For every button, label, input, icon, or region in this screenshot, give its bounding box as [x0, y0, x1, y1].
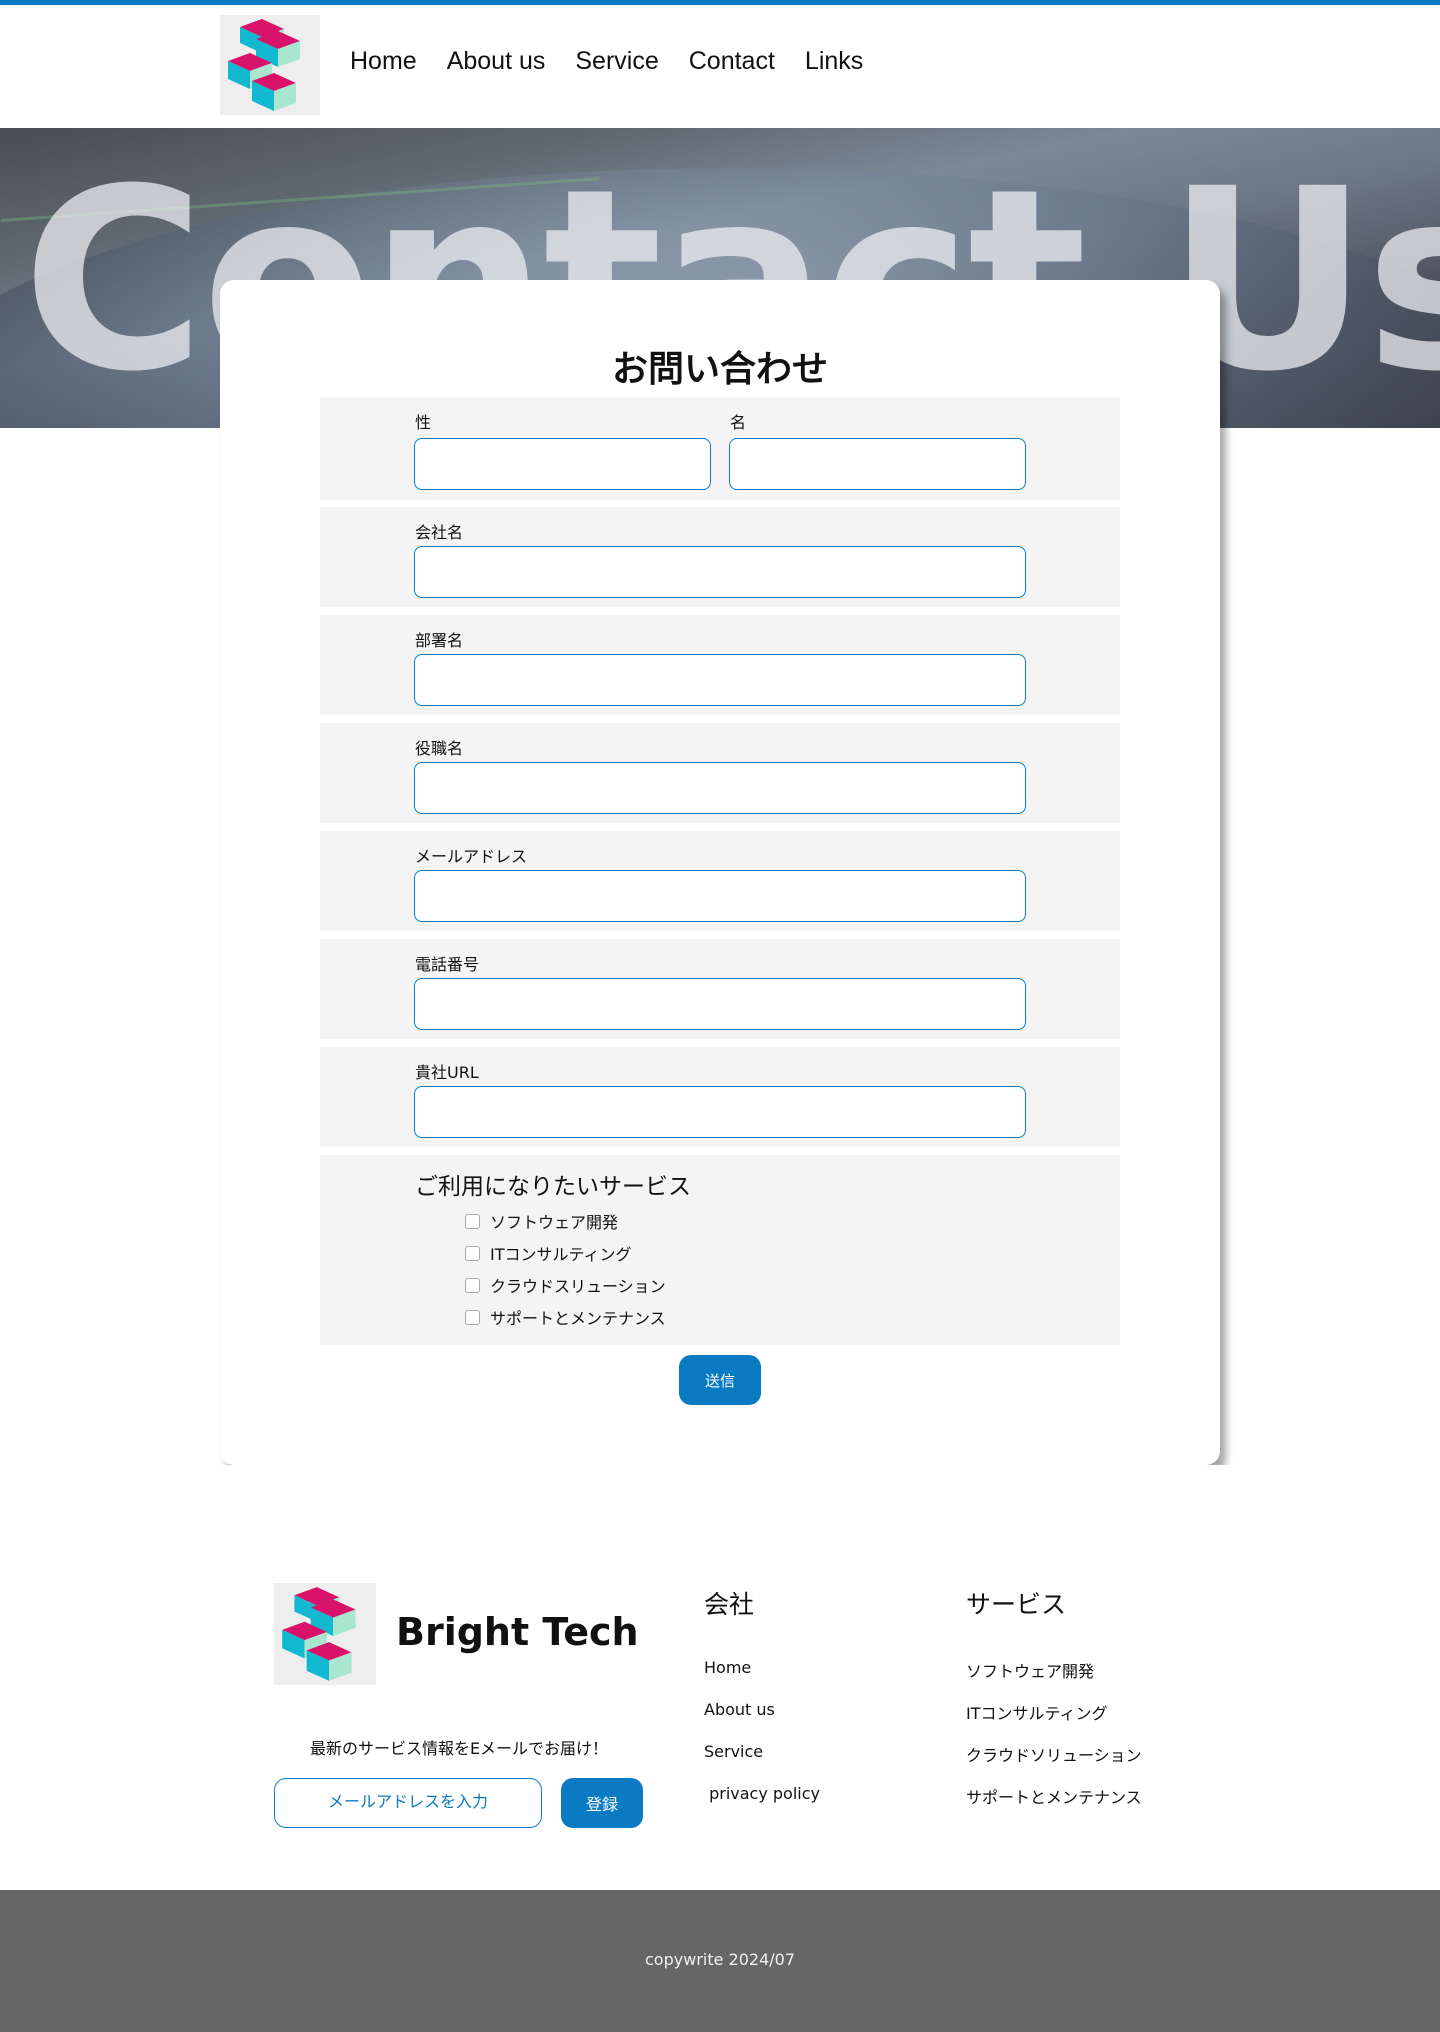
checkbox[interactable]	[465, 1245, 480, 1261]
footer-link-software[interactable]: ソフトウェア開発	[966, 1658, 1094, 1682]
phone-section: 電話番号	[320, 939, 1120, 1039]
copyright-bar: copywrite 2024/07	[0, 1890, 1440, 2032]
company-section: 会社名	[320, 507, 1120, 607]
job-title-input[interactable]	[414, 762, 1026, 814]
nav-home[interactable]: Home	[350, 47, 417, 76]
footer-link-it-consulting[interactable]: ITコンサルティング	[966, 1700, 1108, 1724]
email-input[interactable]	[414, 870, 1026, 922]
company-input[interactable]	[414, 546, 1026, 598]
footer-service-title: サービス	[966, 1590, 1067, 1619]
footer-link-home[interactable]: Home	[704, 1658, 751, 1677]
company-label: 会社名	[415, 523, 464, 542]
contact-form-card: お問い合わせ 性 名 会社名 部署名 役職名 メールアドレス 電話番号 貴社UR…	[220, 280, 1220, 1465]
footer-link-privacy-policy[interactable]: privacy policy	[704, 1784, 820, 1803]
subscribe-button[interactable]: 登録	[561, 1778, 643, 1828]
service-option-software[interactable]: ソフトウェア開発	[465, 1209, 618, 1233]
nav-service[interactable]: Service	[575, 47, 658, 76]
name-section: 性 名	[320, 397, 1120, 500]
nav-about-us[interactable]: About us	[447, 47, 546, 76]
service-option-label: クラウドスリューション	[490, 1277, 666, 1296]
footer-link-support[interactable]: サポートとメンテナンス	[966, 1784, 1142, 1808]
submit-button[interactable]: 送信	[679, 1355, 761, 1405]
department-label: 部署名	[415, 631, 464, 650]
url-label: 貴社URL	[415, 1063, 479, 1082]
site-header: Home About us Service Contact Links	[0, 5, 1440, 128]
nav-links[interactable]: Links	[805, 47, 863, 76]
first-name-input[interactable]	[729, 438, 1026, 490]
service-option-it-consulting[interactable]: ITコンサルティング	[465, 1241, 632, 1265]
form-title: お問い合わせ	[611, 349, 828, 390]
checkbox[interactable]	[465, 1213, 480, 1229]
email-label: メールアドレス	[415, 847, 528, 866]
newsletter-email-input[interactable]	[274, 1778, 542, 1828]
checkbox[interactable]	[465, 1309, 480, 1325]
last-name-label: 性	[415, 413, 432, 432]
phone-input[interactable]	[414, 978, 1026, 1030]
service-option-label: サポートとメンテナンス	[490, 1309, 666, 1328]
footer-link-about-us[interactable]: About us	[704, 1700, 775, 1719]
footer-link-service[interactable]: Service	[704, 1742, 763, 1761]
service-option-support[interactable]: サポートとメンテナンス	[465, 1305, 666, 1329]
department-input[interactable]	[414, 654, 1026, 706]
footer-link-cloud[interactable]: クラウドソリューション	[966, 1742, 1142, 1766]
url-section: 貴社URL	[320, 1047, 1120, 1147]
phone-label: 電話番号	[415, 955, 480, 974]
brand-logo[interactable]	[220, 15, 320, 115]
service-option-cloud[interactable]: クラウドスリューション	[465, 1273, 666, 1297]
service-option-label: ITコンサルティング	[490, 1245, 632, 1264]
service-option-label: ソフトウェア開発	[490, 1213, 619, 1232]
footer-logo[interactable]	[274, 1583, 376, 1685]
services-title: ご利用になりたいサービス	[415, 1174, 691, 1200]
department-section: 部署名	[320, 615, 1120, 715]
footer-company-title: 会社	[704, 1590, 755, 1619]
first-name-label: 名	[730, 413, 747, 432]
site-footer: Bright Tech 最新のサービス情報をEメールでお届け！ 登録 会社 Ho…	[0, 1465, 1440, 1890]
cube-logo-icon	[282, 1587, 356, 1681]
footer-brand-name: Bright Tech	[396, 1610, 639, 1654]
job-title-section: 役職名	[320, 723, 1120, 823]
email-section: メールアドレス	[320, 831, 1120, 931]
last-name-input[interactable]	[414, 438, 711, 490]
services-section: ご利用になりたいサービス ソフトウェア開発 ITコンサルティング クラウドスリュ…	[320, 1155, 1120, 1345]
checkbox[interactable]	[465, 1277, 480, 1293]
cube-logo-icon	[228, 19, 300, 111]
nav-contact[interactable]: Contact	[689, 47, 775, 76]
main-nav: Home About us Service Contact Links	[350, 47, 893, 76]
newsletter-promo: 最新のサービス情報をEメールでお届け！	[309, 1739, 609, 1758]
url-input[interactable]	[414, 1086, 1026, 1138]
copyright-text: copywrite 2024/07	[645, 1950, 795, 1969]
job-title-label: 役職名	[415, 739, 464, 758]
